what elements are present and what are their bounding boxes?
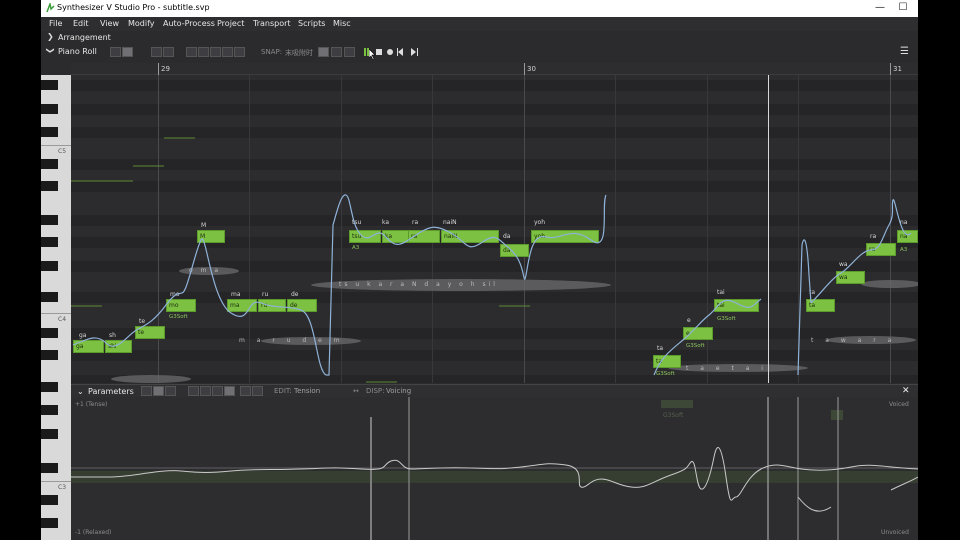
parameters-panel[interactable]: +1 (Tense) -1 (Relaxed) Voiced Unvoiced … xyxy=(71,397,918,540)
arrangement-label: Arrangement xyxy=(58,33,111,42)
pitch-curve xyxy=(72,194,912,376)
disp-label: DISP: xyxy=(366,387,385,395)
rewind-icon[interactable] xyxy=(397,48,403,56)
menu-modify[interactable]: Modify xyxy=(128,19,155,28)
black-key[interactable] xyxy=(41,518,58,528)
black-key[interactable] xyxy=(41,350,58,360)
parameters-header: ⌄ Parameters EDIT: Tension ↔ DISP: Voici… xyxy=(71,384,918,397)
menu-misc[interactable]: Misc xyxy=(333,19,351,28)
black-key[interactable] xyxy=(41,328,58,338)
bar-number: 31 xyxy=(893,65,902,73)
edit-param-value[interactable]: Tension xyxy=(294,387,320,395)
parameter-curves xyxy=(71,397,918,540)
list-tool-button[interactable] xyxy=(234,47,245,57)
chevron-right-icon[interactable]: ❯ xyxy=(47,32,54,41)
snap-value[interactable]: 末吸附时 xyxy=(285,48,313,58)
octave-label: C3 xyxy=(58,484,67,491)
grid-tool-button[interactable] xyxy=(222,47,233,57)
select-tool-button[interactable] xyxy=(110,47,121,57)
timeline-ruler[interactable]: 29 30 31 xyxy=(71,63,918,75)
black-key[interactable] xyxy=(41,429,58,439)
forward-icon[interactable] xyxy=(411,48,418,56)
bar-number: 29 xyxy=(161,65,170,73)
menu-file[interactable]: File xyxy=(49,19,62,28)
menu-bar: File Edit View Modify Auto-Process Proje… xyxy=(41,17,918,31)
mouse-cursor-icon xyxy=(369,49,376,60)
minimize-button[interactable]: — xyxy=(873,1,887,15)
window-title: Synthesizer V Studio Pro - subtitle.svp xyxy=(57,3,210,12)
transport-controls xyxy=(364,48,418,56)
black-key[interactable] xyxy=(41,382,58,392)
app-window: Synthesizer V Studio Pro - subtitle.svp … xyxy=(41,0,918,540)
black-key[interactable] xyxy=(41,463,58,473)
menu-edit[interactable]: Edit xyxy=(73,19,89,28)
param-curve-button[interactable] xyxy=(188,386,199,396)
param-vibrato-button[interactable] xyxy=(224,386,235,396)
octave-label: C4 xyxy=(58,316,67,323)
metronome-button[interactable] xyxy=(344,47,355,57)
menu-icon[interactable]: ☰ xyxy=(900,46,909,57)
black-key[interactable] xyxy=(41,237,58,247)
param-select-button[interactable] xyxy=(141,386,152,396)
black-key[interactable] xyxy=(41,405,58,415)
param-offset-button[interactable] xyxy=(252,386,263,396)
black-key[interactable] xyxy=(41,104,58,114)
piano-roll-label: Piano Roll xyxy=(58,47,97,56)
piano-keyboard[interactable]: C5 C4 C3 xyxy=(41,75,71,540)
menu-auto-process[interactable]: Auto-Process xyxy=(163,19,215,28)
title-bar: Synthesizer V Studio Pro - subtitle.svp … xyxy=(41,0,918,17)
black-key[interactable] xyxy=(41,261,58,271)
pitch-pen-tool-button[interactable] xyxy=(151,47,162,57)
black-key[interactable] xyxy=(41,292,58,302)
snap-label: SNAP: xyxy=(261,48,283,56)
arrangement-header[interactable]: ❯ Arrangement xyxy=(41,31,918,45)
menu-scripts[interactable]: Scripts xyxy=(298,19,325,28)
menu-project[interactable]: Project xyxy=(217,19,244,28)
chevron-down-icon[interactable]: ❯ xyxy=(46,47,55,54)
param-line-button[interactable] xyxy=(165,386,176,396)
play-icon[interactable] xyxy=(364,48,366,56)
menu-transport[interactable]: Transport xyxy=(253,19,291,28)
chevron-down-icon[interactable]: ⌄ xyxy=(77,387,84,396)
follow-playhead-button[interactable] xyxy=(318,47,329,57)
bar-number: 30 xyxy=(527,65,536,73)
app-logo-icon xyxy=(46,3,55,13)
curve-tool-button[interactable] xyxy=(186,47,197,57)
menu-view[interactable]: View xyxy=(100,19,119,28)
black-key[interactable] xyxy=(41,215,58,225)
param-wave-button[interactable] xyxy=(212,386,223,396)
playhead[interactable] xyxy=(768,75,769,383)
pen-tool-button[interactable] xyxy=(122,47,133,57)
black-key[interactable] xyxy=(41,159,58,169)
param-pen-button[interactable] xyxy=(153,386,164,396)
vibrato-tool-button[interactable] xyxy=(163,47,174,57)
edit-label: EDIT: xyxy=(274,387,292,395)
loop-button[interactable] xyxy=(331,47,342,57)
record-icon[interactable] xyxy=(387,49,393,55)
note-grid[interactable]: ga ga shi sh te te mo mo G3Soft M M ma m… xyxy=(71,75,918,383)
octave-label: C5 xyxy=(58,148,67,155)
black-key[interactable] xyxy=(41,80,58,90)
swap-icon[interactable]: ↔ xyxy=(353,387,359,395)
parameters-label: Parameters xyxy=(88,387,134,396)
wave-tool-button[interactable] xyxy=(198,47,209,57)
audio-tool-button[interactable] xyxy=(210,47,221,57)
black-key[interactable] xyxy=(41,127,58,137)
param-scale-button[interactable] xyxy=(240,386,251,396)
param-smooth-button[interactable] xyxy=(200,386,211,396)
black-key[interactable] xyxy=(41,495,58,505)
maximize-button[interactable]: ☐ xyxy=(896,1,910,15)
black-key[interactable] xyxy=(41,181,58,191)
close-icon[interactable]: ✕ xyxy=(902,386,910,396)
disp-param-value[interactable]: Voicing xyxy=(386,387,411,395)
